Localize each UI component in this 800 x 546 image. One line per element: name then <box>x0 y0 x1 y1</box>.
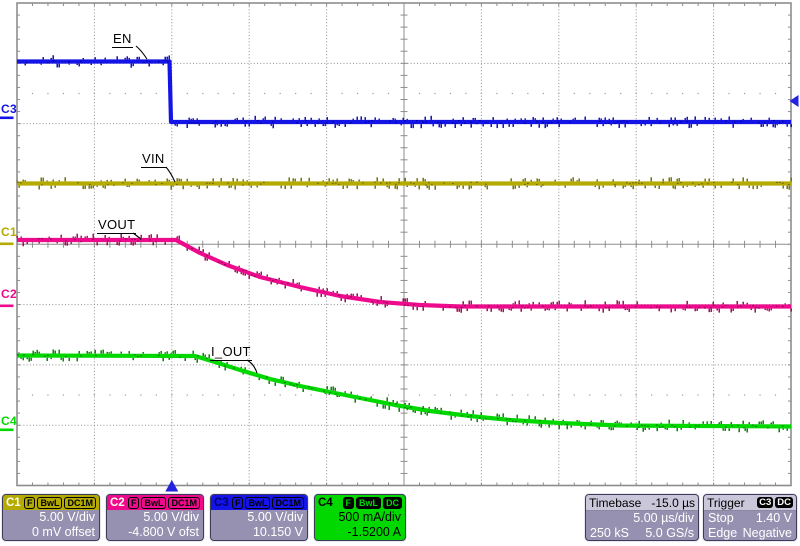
channel-zero-dash-c2 <box>0 304 14 308</box>
vertical-offset: -1.5200 A <box>347 525 401 539</box>
vertical-offset: 0 mV offset <box>32 525 95 539</box>
label-pointers <box>132 45 258 374</box>
channel-marker-c1[interactable]: C1 <box>1 226 17 238</box>
trigger-coupling-badge: DC <box>775 497 793 508</box>
waveform-display <box>0 2 799 492</box>
wave-label-vin: VIN <box>141 151 166 168</box>
channel-zero-dash-c3 <box>0 116 14 120</box>
vertical-scale: 5.00 V/div <box>143 510 199 524</box>
oscilloscope-screen: EN VIN VOUT I_OUT C3 C1 C2 C4 C1 F BwL D… <box>0 0 800 546</box>
channel-descriptor-c2[interactable]: C2 F BwL DC1M 5.00 V/div -4.800 V ofst <box>106 494 204 541</box>
trigger-mode: Stop <box>708 511 734 525</box>
bandwidth-limit-badge: BwL <box>245 496 271 509</box>
bandwidth-limit-badge: BwL <box>356 496 381 509</box>
channel-zero-dash-c4 <box>0 428 14 432</box>
filter-badge: F <box>23 496 36 509</box>
channel-id: C4 <box>318 496 333 509</box>
channel-descriptor-c4[interactable]: C4 F BwL DC 500 mA/div -1.5200 A <box>314 494 406 541</box>
vertical-scale: 5.00 V/div <box>39 510 95 524</box>
vertical-offset: -4.800 V ofst <box>128 525 199 539</box>
vertical-scale: 5.00 V/div <box>247 510 303 524</box>
trigger-type: Edge <box>708 526 738 540</box>
channel-descriptor-c3[interactable]: C3 F BwL DC1M 5.00 V/div 10.150 V <box>210 494 308 541</box>
channel-id: C3 <box>214 496 229 509</box>
timebase-title: Timebase <box>589 495 642 510</box>
filter-badge: F <box>342 496 354 509</box>
timebase-box[interactable]: Timebase -15.0 µs 5.00 µs/div 250 kS 5.0… <box>585 494 699 541</box>
trigger-box[interactable]: Trigger C3 DC Stop 1.40 V Edge Negative <box>703 494 797 541</box>
markers <box>0 95 799 492</box>
timebase-scale: 5.00 µs/div <box>633 511 694 525</box>
channel-id: C2 <box>110 496 125 509</box>
trigger-slope: Negative <box>742 526 792 540</box>
coupling-badge: DC <box>383 496 402 509</box>
bandwidth-limit-badge: BwL <box>37 496 63 509</box>
coupling-badge: DC1M <box>272 496 304 509</box>
channel-marker-c2[interactable]: C2 <box>1 288 17 300</box>
wave-label-vout: VOUT <box>97 217 137 234</box>
channel-descriptor-c1[interactable]: C1 F BwL DC1M 5.00 V/div 0 mV offset <box>2 494 100 541</box>
vertical-offset: 10.150 V <box>252 525 303 539</box>
filter-badge: F <box>127 496 140 509</box>
trigger-title: Trigger <box>707 495 745 510</box>
timebase-delay: -15.0 µs <box>651 495 695 510</box>
trigger-level: 1.40 V <box>755 511 792 525</box>
channel-id: C1 <box>6 496 21 509</box>
timebase-samplerate: 5.0 GS/s <box>645 526 694 540</box>
wave-label-iout: I_OUT <box>210 344 252 361</box>
timebase-samples: 250 kS <box>590 526 629 540</box>
filter-badge: F <box>231 496 244 509</box>
channel-zero-dash-c1 <box>0 242 14 246</box>
coupling-badge: DC1M <box>168 496 200 509</box>
coupling-badge: DC1M <box>64 496 96 509</box>
channel-marker-c3[interactable]: C3 <box>1 103 17 115</box>
wave-label-en: EN <box>112 31 133 48</box>
bandwidth-limit-badge: BwL <box>141 496 167 509</box>
vertical-scale: 500 mA/div <box>338 510 401 524</box>
trigger-source-badge: C3 <box>757 497 774 508</box>
channel-marker-c4[interactable]: C4 <box>1 415 17 427</box>
